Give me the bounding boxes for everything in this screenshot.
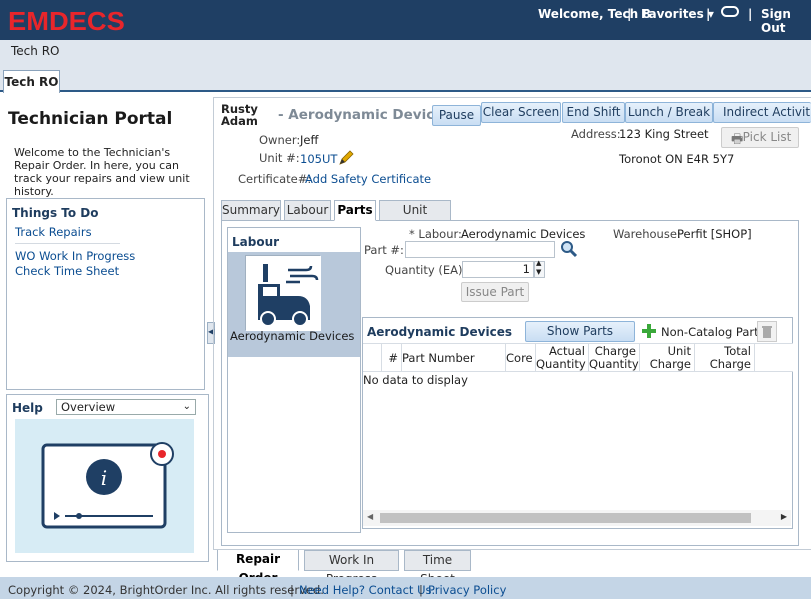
truck-aerodynamics-icon <box>246 256 321 331</box>
labour-title: - Aerodynamic Devices <box>278 107 452 123</box>
separator: | <box>706 7 711 21</box>
track-repairs-link[interactable]: Track Repairs <box>15 225 92 239</box>
labour-field-label: * Labour: <box>409 227 462 241</box>
lunch-break-button[interactable]: Lunch / Break <box>625 102 713 123</box>
separator: | <box>627 7 632 21</box>
help-label: Help <box>12 401 43 415</box>
scrollbar-thumb[interactable] <box>380 513 751 523</box>
horizontal-scrollbar[interactable]: ◀ ▶ <box>363 510 791 526</box>
quantity-input[interactable]: 1 <box>462 261 534 278</box>
quantity-stepper[interactable]: ▲ ▼ <box>534 259 545 278</box>
labour-field-value: Aerodynamic Devices <box>461 227 586 241</box>
video-player-icon: i <box>41 442 174 529</box>
check-time-sheet-link[interactable]: Check Time Sheet <box>15 264 119 278</box>
stepper-up-icon[interactable]: ▲ <box>536 259 541 267</box>
column-core[interactable]: Core <box>506 344 536 372</box>
help-topic-value: Overview <box>61 400 116 414</box>
column-charge-quantity[interactable]: Charge Quantity <box>589 344 640 372</box>
certificate-label: Certificate#: <box>238 172 312 186</box>
tab-labour[interactable]: Labour <box>284 200 331 221</box>
indirect-activities-button[interactable]: Indirect Activiti <box>713 102 811 123</box>
tab-time-sheet[interactable]: Time Sheet <box>404 550 471 586</box>
pause-button[interactable]: Pause <box>432 105 481 126</box>
tab-summary[interactable]: Summary <box>221 200 281 221</box>
warehouse-value: Perfit [SHOP] <box>677 227 752 241</box>
copyright-text: Copyright © 2024, BrightOrder Inc. All r… <box>8 583 324 597</box>
portal-heading: Technician Portal <box>8 109 173 129</box>
tab-unit-history[interactable]: Unit History <box>379 200 451 236</box>
tab-parts[interactable]: Parts <box>334 200 376 221</box>
separator: | <box>290 583 294 597</box>
welcome-description: Welcome to the Technician's Repair Order… <box>14 146 190 198</box>
unit-link[interactable]: 105UT <box>300 152 337 166</box>
tab-tech-ro[interactable]: Tech RO <box>3 70 60 93</box>
help-video-thumbnail[interactable]: i <box>15 419 194 553</box>
stepper-down-icon[interactable]: ▼ <box>536 268 541 276</box>
page-title: Tech RO <box>11 44 60 58</box>
add-safety-certificate-link[interactable]: Add Safety Certificate <box>305 172 431 186</box>
tab-work-in-progress[interactable]: Work In Progress <box>304 550 399 586</box>
things-to-do-title: Things To Do <box>12 206 99 220</box>
edit-pencil-icon[interactable] <box>338 150 354 166</box>
column-select <box>363 344 382 372</box>
tab-repair-order[interactable]: Repair Order <box>217 550 299 585</box>
labour-item-selected[interactable]: Aerodynamic Devices <box>228 252 360 357</box>
quantity-label: Quantity (EA): <box>385 263 467 277</box>
separator: | <box>419 583 423 597</box>
scroll-right-icon[interactable]: ▶ <box>781 512 787 521</box>
welcome-text: Welcome, Tech 8 <box>538 7 651 21</box>
part-number-label: Part #: <box>364 243 404 257</box>
contact-us-link[interactable]: Need Help? Contact Us. <box>299 583 435 597</box>
clear-screen-button[interactable]: Clear Screen <box>481 102 561 123</box>
part-number-input[interactable] <box>405 241 555 258</box>
sign-out-link[interactable]: Sign Out <box>761 7 811 35</box>
favorites-menu[interactable]: Favorites ▾ <box>641 7 714 21</box>
divider <box>15 243 120 244</box>
separator: | <box>748 7 753 21</box>
show-parts-details-button[interactable]: Show Parts Details <box>525 321 635 357</box>
parts-table-title: Aerodynamic Devices <box>367 325 512 339</box>
parts-table-header: # Part Number Core Actual Quantity Charg… <box>363 343 793 372</box>
pick-list-label: Pick List <box>742 130 792 144</box>
labour-item-thumbnail <box>245 255 321 331</box>
help-topic-select[interactable]: Overview ⌄ <box>56 399 196 415</box>
toggle-icon[interactable] <box>721 6 739 17</box>
address-label: Address: <box>571 127 621 141</box>
printer-icon: 🖶 <box>731 132 744 147</box>
column-unit-charge[interactable]: Unit Charge <box>640 344 695 372</box>
delete-trash-icon[interactable] <box>757 321 777 342</box>
warehouse-label: Warehouse: <box>613 227 681 241</box>
search-icon[interactable] <box>560 240 578 258</box>
end-shift-button[interactable]: End Shift <box>562 102 625 123</box>
pick-list-button[interactable]: 🖶 Pick List <box>721 127 799 148</box>
non-catalog-part-button[interactable]: Non-Catalog Part <box>641 322 759 340</box>
sub-header <box>0 40 811 70</box>
address-line-1: 123 King Street <box>619 127 709 141</box>
app-logo[interactable]: EMDECS <box>8 6 125 37</box>
empty-table-message: No data to display <box>363 373 468 387</box>
column-number[interactable]: # <box>382 344 402 372</box>
scroll-left-icon[interactable]: ◀ <box>367 512 373 521</box>
column-part-number[interactable]: Part Number <box>402 344 506 372</box>
bottom-tab-line <box>213 549 811 550</box>
privacy-policy-link[interactable]: Privacy Policy <box>428 583 506 597</box>
owner-label: Owner: <box>259 133 301 147</box>
labour-item-label: Aerodynamic Devices <box>230 329 355 343</box>
main-tab-row <box>0 70 811 92</box>
issue-part-button[interactable]: Issue Part <box>461 282 529 302</box>
technician-last-name: Adam <box>221 114 258 128</box>
non-catalog-part-label: Non-Catalog Part <box>661 325 759 339</box>
wo-work-in-progress-link[interactable]: WO Work In Progress <box>15 249 135 263</box>
chevron-down-icon: ⌄ <box>182 401 191 412</box>
labour-list-title: Labour <box>232 235 280 249</box>
svg-text:i: i <box>101 466 107 490</box>
add-plus-icon <box>642 324 656 338</box>
unit-label: Unit #: <box>259 151 300 165</box>
column-actual-quantity[interactable]: Actual Quantity <box>536 344 589 372</box>
column-total-charge[interactable]: Total Charge <box>695 344 755 372</box>
address-line-2: Toronot ON E4R 5Y7 <box>619 152 735 166</box>
owner-value: Jeff <box>300 133 319 147</box>
